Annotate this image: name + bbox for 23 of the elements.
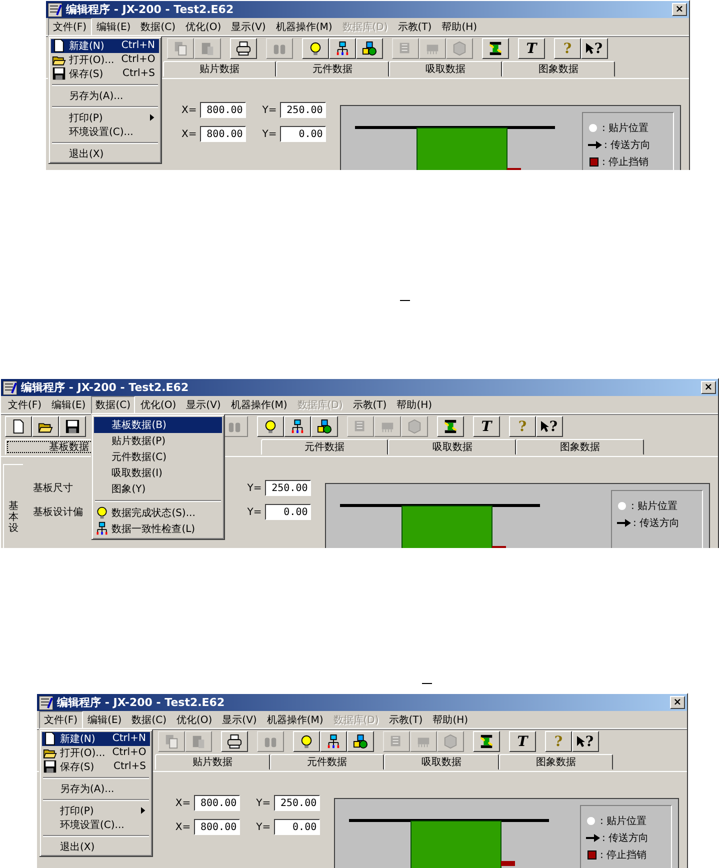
legend-label: : 贴片位置 (631, 500, 678, 513)
window-title: 编辑程序 - JX-200 - Test2.E62 (57, 695, 226, 710)
field-label: Y= (261, 104, 278, 116)
legend-label: : 贴片位置 (600, 814, 647, 828)
field-label: X= (180, 128, 198, 140)
window-title: 编辑程序 - JX-200 - Test2.E62 (21, 380, 190, 395)
legend-label: : 传送方向 (602, 832, 649, 845)
field-label: Y= (255, 798, 272, 808)
legend-label: : 传送方向 (604, 138, 651, 152)
legend-label: : 贴片位置 (602, 122, 649, 135)
field-label: 基板尺寸 (33, 482, 73, 495)
window-title: 编辑程序 - JX-200 - Test2.E62 (66, 2, 235, 17)
field-label: X= (174, 798, 192, 808)
field-label: Y= (246, 506, 263, 518)
field-label: 基板设计偏 (33, 506, 83, 519)
legend-label: : 停止挡销 (602, 156, 649, 169)
field-label: Y= (255, 822, 272, 832)
field-label: Y= (246, 482, 263, 494)
field-label: X= (174, 822, 192, 832)
legend-label: : 传送方向 (633, 516, 680, 530)
field-label: Y= (261, 128, 278, 140)
field-label: X= (180, 104, 198, 116)
legend-label: : 停止挡销 (600, 848, 647, 862)
